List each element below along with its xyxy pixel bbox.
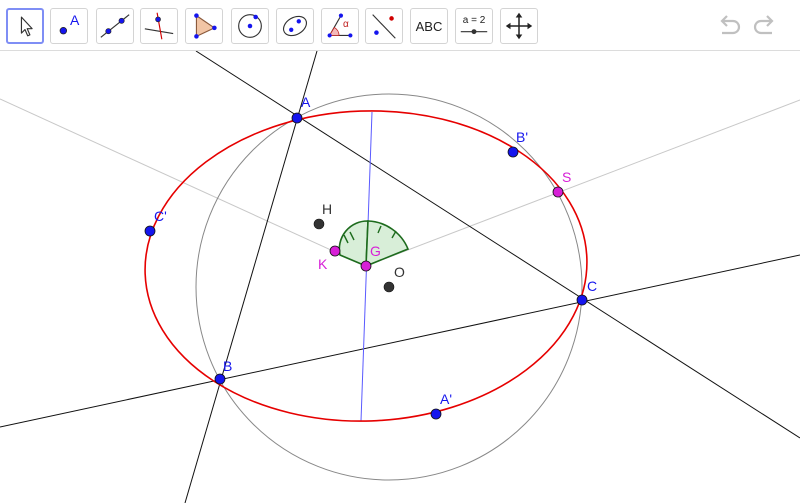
- undo-button[interactable]: [714, 12, 744, 40]
- redo-icon: [753, 15, 774, 35]
- label-o: O: [394, 264, 405, 280]
- line-tool[interactable]: [96, 8, 134, 44]
- point-icon: [59, 27, 68, 35]
- polygon-icon: [194, 13, 217, 39]
- point-k[interactable]: [329, 245, 341, 257]
- cursor-arrow-icon: [20, 16, 33, 37]
- label-s: S: [562, 169, 571, 185]
- label-a-prime: A': [440, 391, 452, 407]
- point-o[interactable]: [383, 281, 395, 293]
- redo-button[interactable]: [750, 12, 780, 40]
- point-a-prime[interactable]: [430, 408, 442, 420]
- line-bc[interactable]: [0, 254, 800, 428]
- point-s[interactable]: [552, 186, 564, 198]
- label-k: K: [318, 256, 328, 272]
- graphics-view[interactable]: A B C A' B' C' H O S K G: [0, 51, 800, 503]
- move-arrows-icon: [505, 12, 533, 40]
- point-tool[interactable]: A: [50, 8, 88, 44]
- label-c: C: [587, 278, 597, 294]
- angle-tool[interactable]: α: [321, 8, 359, 44]
- point-c-prime[interactable]: [144, 225, 156, 237]
- point-h[interactable]: [313, 218, 325, 230]
- label-h: H: [322, 201, 332, 217]
- text-tool[interactable]: ABC: [410, 8, 448, 44]
- circle-center-point-tool[interactable]: [231, 8, 269, 44]
- point-b-prime[interactable]: [507, 146, 519, 158]
- slider-icon: [460, 29, 488, 35]
- polygon-tool[interactable]: [185, 8, 223, 44]
- label-b-prime: B': [516, 129, 528, 145]
- angle-tool-label: α: [343, 19, 349, 30]
- label-a: A: [301, 94, 311, 110]
- line-through-two-points-icon: [100, 14, 130, 38]
- label-g: G: [370, 243, 381, 259]
- slider-tool[interactable]: a = 2: [455, 8, 493, 44]
- move-graphics-view-tool[interactable]: [500, 8, 538, 44]
- angle-icon: [327, 13, 353, 38]
- point-g[interactable]: [360, 260, 372, 272]
- move-tool[interactable]: [6, 8, 44, 44]
- toolbar: A α ABC a = 2: [0, 0, 800, 51]
- point-a[interactable]: [291, 112, 303, 124]
- undo-icon: [720, 15, 741, 35]
- label-b: B: [223, 358, 232, 374]
- perpendicular-line-tool[interactable]: [140, 8, 178, 44]
- ellipse-icon: [282, 15, 308, 37]
- conic-tool[interactable]: [276, 8, 314, 44]
- label-c-prime: C': [154, 208, 167, 224]
- line-ac[interactable]: [195, 51, 800, 439]
- point-c[interactable]: [576, 294, 588, 306]
- line-g-to-s[interactable]: [365, 99, 800, 267]
- point-b[interactable]: [214, 373, 226, 385]
- point-tool-label: A: [70, 12, 80, 28]
- reflect-about-line-icon: [372, 14, 396, 39]
- text-tool-label: ABC: [415, 18, 443, 34]
- circle-center-point-icon: [238, 14, 262, 38]
- reflect-tool[interactable]: [365, 8, 403, 44]
- perpendicular-line-icon: [144, 12, 174, 40]
